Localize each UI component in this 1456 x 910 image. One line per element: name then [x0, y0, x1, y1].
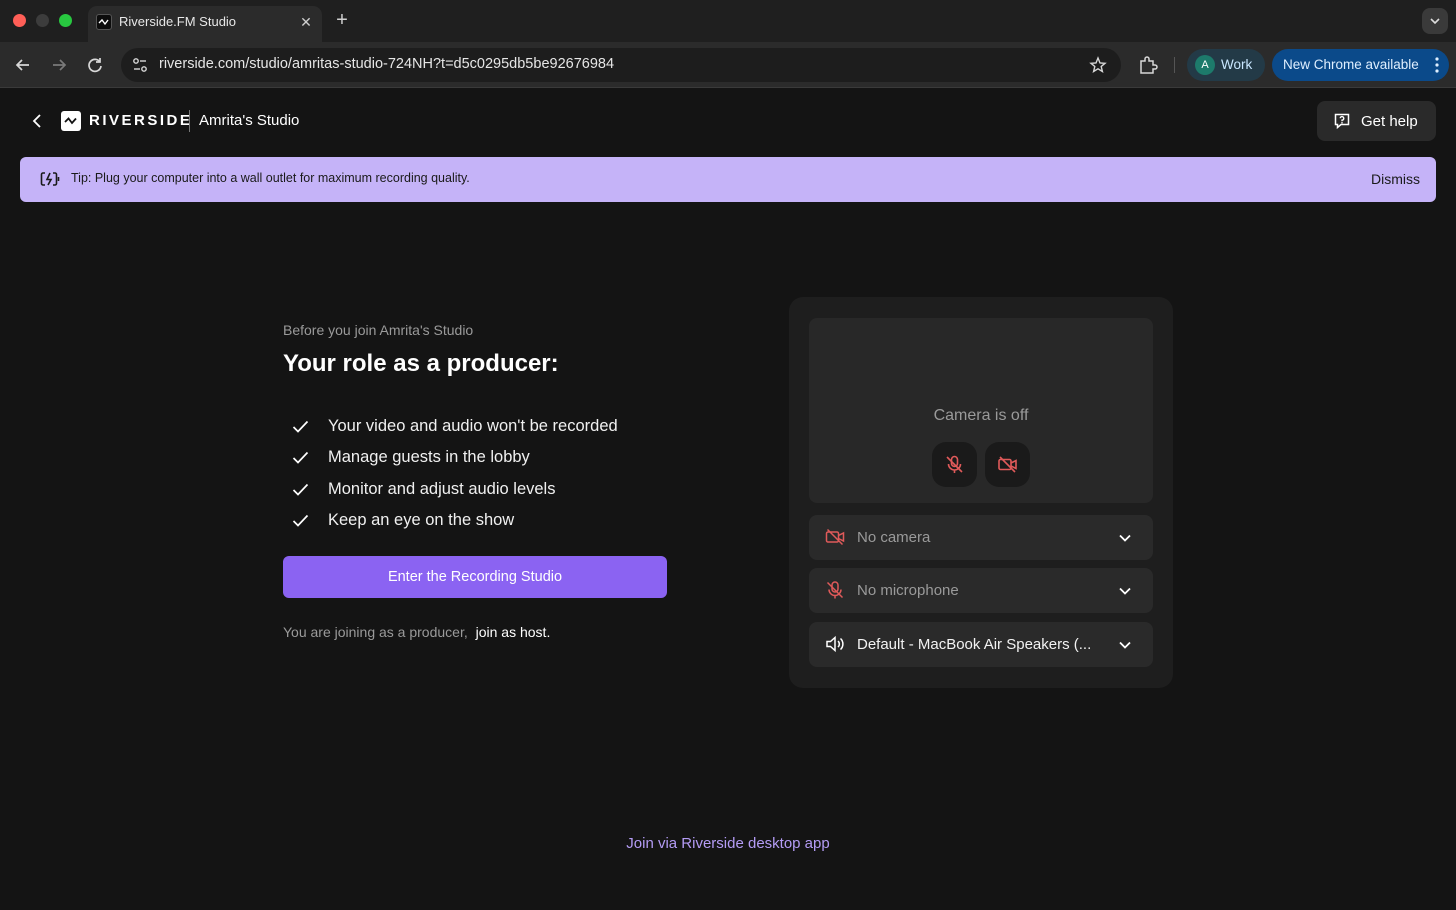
extensions-puzzle-icon[interactable]: [1137, 54, 1159, 76]
tab-title: Riverside.FM Studio: [119, 14, 237, 29]
checkmark-icon: [292, 515, 309, 527]
list-item: Monitor and adjust audio levels: [291, 476, 618, 507]
camera-off-icon: [825, 528, 845, 546]
browser-tab-bar: Riverside.FM Studio ✕ +: [0, 0, 1456, 42]
window-minimize-button[interactable]: [36, 14, 49, 27]
join-as-host-link[interactable]: join as host.: [476, 624, 551, 640]
browser-tab[interactable]: Riverside.FM Studio ✕: [88, 6, 322, 42]
chrome-update-label: New Chrome available: [1283, 57, 1419, 72]
window-close-button[interactable]: [13, 14, 26, 27]
avatar: A: [1195, 55, 1215, 75]
list-item-text: Your video and audio won't be recorded: [328, 417, 618, 435]
address-bar[interactable]: riverside.com/studio/amritas-studio-724N…: [121, 48, 1121, 82]
chevron-down-icon: [1119, 587, 1131, 595]
tip-text: Tip: Plug your computer into a wall outl…: [71, 171, 470, 185]
list-item-text: Keep an eye on the show: [328, 511, 515, 530]
back-chevron-icon[interactable]: [26, 110, 48, 132]
list-item-text: Manage guests in the lobby: [328, 448, 530, 467]
window-zoom-button[interactable]: [59, 14, 72, 27]
speaker-icon: [826, 635, 844, 653]
speaker-select-value: Default - MacBook Air Speakers (...: [857, 636, 1092, 653]
dismiss-tip-button[interactable]: Dismiss: [1371, 171, 1420, 187]
pre-join-subtitle: Before you join Amrita's Studio: [283, 322, 474, 338]
help-chat-icon: [1334, 113, 1350, 130]
address-bar-url: riverside.com/studio/amritas-studio-724N…: [159, 56, 615, 72]
list-item: Your video and audio won't be recorded: [291, 413, 618, 444]
microphone-off-icon: [826, 581, 844, 599]
speaker-select[interactable]: Default - MacBook Air Speakers (...: [809, 622, 1153, 667]
chevron-down-icon: [1119, 534, 1131, 542]
battery-charging-icon: [40, 172, 60, 186]
join-desktop-app-link[interactable]: Join via Riverside desktop app: [0, 835, 1456, 852]
riverside-logo-icon: [61, 111, 81, 131]
get-help-button[interactable]: Get help: [1317, 101, 1436, 141]
device-setup-panel: Camera is off No camera No microphone De…: [789, 297, 1173, 688]
chrome-update-button[interactable]: New Chrome available: [1272, 49, 1449, 81]
joining-role-note: You are joining as a producer, join as h…: [283, 624, 550, 640]
reload-icon[interactable]: [84, 54, 106, 76]
microphone-select[interactable]: No microphone: [809, 568, 1153, 613]
microphone-off-icon: [946, 455, 963, 473]
camera-status-text: Camera is off: [933, 407, 1029, 424]
joining-role-text: You are joining as a producer,: [283, 624, 468, 640]
studio-name: Amrita's Studio: [199, 112, 300, 129]
list-item-text: Monitor and adjust audio levels: [328, 479, 556, 498]
producer-role-list: Your video and audio won't be recorded M…: [291, 413, 618, 539]
microphone-select-value: No microphone: [857, 582, 959, 599]
toggle-camera-button[interactable]: [985, 442, 1030, 487]
toggle-microphone-button[interactable]: [932, 442, 977, 487]
riverside-favicon-icon: [96, 14, 112, 30]
brand-wordmark: RIVERSIDE: [89, 112, 193, 129]
page-title: Your role as a producer:: [283, 350, 559, 377]
checkmark-icon: [292, 420, 309, 433]
browser-toolbar: riverside.com/studio/amritas-studio-724N…: [0, 42, 1456, 88]
camera-off-icon: [998, 456, 1017, 473]
site-settings-icon[interactable]: [130, 55, 150, 75]
camera-preview: Camera is off: [809, 318, 1153, 503]
forward-arrow-icon[interactable]: [48, 54, 70, 76]
checkmark-icon: [292, 483, 309, 496]
camera-select[interactable]: No camera: [809, 515, 1153, 560]
toolbar-divider: [1174, 57, 1175, 73]
tab-close-icon[interactable]: ✕: [296, 12, 316, 32]
list-item: Keep an eye on the show: [291, 507, 618, 538]
new-tab-button[interactable]: +: [332, 8, 352, 32]
profile-label: Work: [1221, 57, 1253, 72]
brand-divider: [189, 110, 190, 132]
checkmark-icon: [292, 452, 309, 465]
chevron-down-icon: [1119, 641, 1131, 649]
tip-banner: Tip: Plug your computer into a wall outl…: [20, 157, 1436, 202]
bookmark-star-icon[interactable]: [1089, 56, 1107, 74]
back-arrow-icon[interactable]: [12, 54, 34, 76]
more-menu-icon[interactable]: [1435, 57, 1439, 73]
tab-search-button[interactable]: [1422, 8, 1448, 34]
camera-select-value: No camera: [857, 529, 931, 546]
get-help-label: Get help: [1361, 113, 1418, 130]
profile-button[interactable]: A Work: [1187, 49, 1265, 81]
chevron-down-icon: [1430, 18, 1440, 25]
enter-recording-studio-button[interactable]: Enter the Recording Studio: [283, 556, 667, 598]
list-item: Manage guests in the lobby: [291, 444, 618, 475]
